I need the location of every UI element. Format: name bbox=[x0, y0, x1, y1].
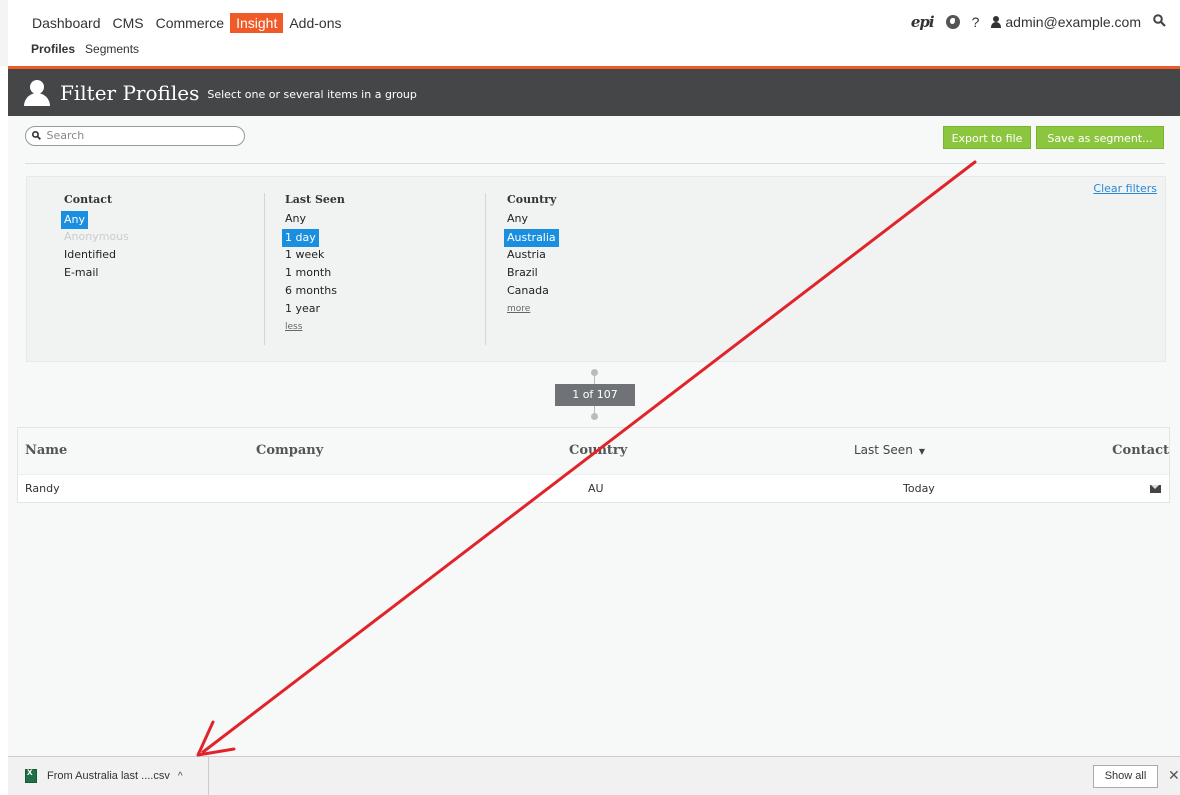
nav-item-add-ons[interactable]: Add-ons bbox=[283, 13, 347, 33]
table-row[interactable]: Randy AU Today bbox=[18, 474, 1169, 502]
filter-option-6-months[interactable]: 6 months bbox=[285, 283, 345, 301]
nav-item-cms[interactable]: CMS bbox=[107, 13, 150, 33]
subnav-item-profiles[interactable]: Profiles bbox=[26, 42, 80, 56]
column-header-country[interactable]: Country bbox=[569, 443, 627, 458]
main-content: Search Export to file Save as segment...… bbox=[8, 116, 1180, 756]
user-menu[interactable]: admin@example.com bbox=[991, 14, 1141, 30]
sort-desc-icon: ▼ bbox=[918, 447, 925, 456]
filter-option-any[interactable]: Any bbox=[285, 211, 345, 229]
filter-option-any[interactable]: Any bbox=[507, 211, 559, 229]
excel-file-icon bbox=[25, 767, 37, 783]
nav-utilities: epi ? admin@example.com bbox=[911, 13, 1166, 31]
search-input[interactable]: Search bbox=[25, 126, 245, 146]
filter-option-1-day[interactable]: 1 day bbox=[282, 229, 345, 247]
column-header-last-seen[interactable]: Last Seen ▼ bbox=[854, 443, 925, 457]
nav-item-insight[interactable]: Insight bbox=[230, 13, 284, 33]
globe-icon[interactable] bbox=[945, 15, 960, 29]
filter-separator bbox=[264, 193, 265, 345]
search-input-icon bbox=[32, 131, 44, 142]
search-icon[interactable] bbox=[1153, 14, 1166, 30]
filter-option-brazil[interactable]: Brazil bbox=[507, 265, 559, 283]
filter-group-title: Last Seen bbox=[285, 193, 345, 206]
filter-group-country: Country Any Australia Austria Brazil Can… bbox=[504, 193, 559, 315]
user-email: admin@example.com bbox=[1005, 14, 1141, 30]
pager-connector-dot bbox=[591, 413, 598, 420]
result-count-badge: 1 of 107 bbox=[555, 384, 635, 406]
close-icon[interactable]: ✕ bbox=[1168, 767, 1180, 784]
save-as-segment-button[interactable]: Save as segment... bbox=[1036, 126, 1164, 149]
profiles-table: Name Company Country Last Seen ▼ Contact … bbox=[17, 427, 1170, 503]
cell-last-seen: Today bbox=[903, 482, 935, 495]
pager-connector-line bbox=[594, 371, 595, 385]
nav-item-commerce[interactable]: Commerce bbox=[150, 13, 230, 33]
filter-option-anonymous: Anonymous bbox=[64, 230, 129, 243]
filter-group-last-seen: Last Seen Any 1 day 1 week 1 month 6 mon… bbox=[282, 193, 345, 333]
filter-group-contact: Contact Any Anonymous Identified E-mail bbox=[61, 193, 129, 283]
filter-option-any[interactable]: Any bbox=[61, 211, 129, 229]
show-more-link[interactable]: more bbox=[507, 301, 559, 315]
column-header-company[interactable]: Company bbox=[256, 443, 323, 458]
download-item[interactable]: From Australia last ....csv ^ bbox=[8, 757, 209, 795]
cell-country: AU bbox=[588, 482, 604, 495]
user-icon bbox=[991, 16, 1002, 28]
filter-option-1-month[interactable]: 1 month bbox=[285, 265, 345, 283]
show-less-link[interactable]: less bbox=[285, 319, 345, 333]
export-to-file-button[interactable]: Export to file bbox=[943, 126, 1031, 149]
column-header-contact[interactable]: Contact bbox=[1112, 443, 1169, 458]
page-title: Filter Profiles bbox=[60, 80, 200, 105]
page-subtitle: Select one or several items in a group bbox=[207, 87, 417, 101]
episerver-logo-icon[interactable]: epi bbox=[911, 13, 935, 31]
sub-menu: Profiles Segments bbox=[26, 42, 144, 56]
filter-option-1-week[interactable]: 1 week bbox=[285, 247, 345, 265]
nav-item-dashboard[interactable]: Dashboard bbox=[26, 13, 107, 33]
filter-panel: Clear filters Contact Any Anonymous Iden… bbox=[26, 176, 1166, 362]
filter-option-austria[interactable]: Austria bbox=[507, 247, 559, 265]
show-all-button[interactable]: Show all bbox=[1093, 765, 1158, 788]
mail-icon[interactable] bbox=[1150, 485, 1161, 493]
divider bbox=[25, 163, 1165, 164]
page-header: Filter Profiles Select one or several it… bbox=[8, 69, 1180, 116]
profile-icon bbox=[24, 79, 50, 106]
filter-option-email[interactable]: E-mail bbox=[64, 265, 129, 283]
top-navigation: Dashboard CMS Commerce Insight Add-ons P… bbox=[0, 0, 1180, 66]
filter-option-1-year[interactable]: 1 year bbox=[285, 301, 345, 319]
cell-name: Randy bbox=[25, 482, 60, 495]
filter-group-title: Country bbox=[507, 193, 557, 206]
filter-option-canada[interactable]: Canada bbox=[507, 283, 559, 301]
subnav-item-segments[interactable]: Segments bbox=[80, 42, 144, 56]
column-header-name[interactable]: Name bbox=[25, 443, 67, 458]
search-placeholder: Search bbox=[46, 129, 85, 142]
download-bar: From Australia last ....csv ^ Show all ✕ bbox=[8, 756, 1180, 795]
filter-option-australia[interactable]: Australia bbox=[504, 229, 559, 247]
download-file-name: From Australia last ....csv bbox=[47, 770, 170, 782]
help-button[interactable]: ? bbox=[972, 14, 980, 30]
main-menu: Dashboard CMS Commerce Insight Add-ons bbox=[26, 13, 348, 33]
chevron-up-icon[interactable]: ^ bbox=[178, 771, 183, 782]
filter-option-identified[interactable]: Identified bbox=[64, 247, 129, 265]
filter-separator bbox=[485, 193, 486, 345]
clear-filters-link[interactable]: Clear filters bbox=[1093, 182, 1157, 195]
filter-group-title: Contact bbox=[64, 193, 113, 206]
table-header: Name Company Country Last Seen ▼ Contact bbox=[18, 428, 1169, 474]
